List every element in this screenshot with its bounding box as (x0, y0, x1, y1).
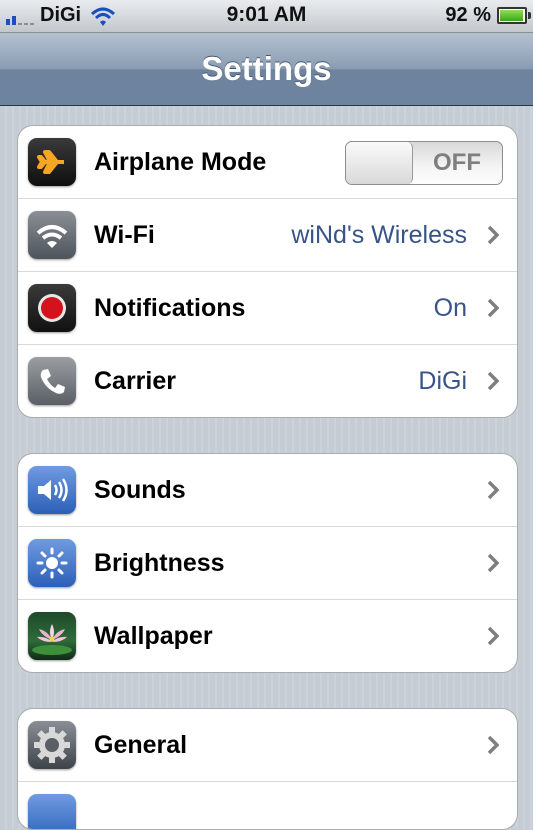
toggle-state-label: OFF (433, 149, 481, 176)
settings-group-display: Sounds Brightness Wallpaper (17, 453, 518, 673)
chevron-right-icon (487, 480, 499, 500)
row-label: Wi-Fi (94, 221, 155, 249)
chevron-right-icon (487, 371, 499, 391)
chevron-right-icon (487, 735, 499, 755)
toggle-knob[interactable] (346, 142, 413, 184)
row-sounds[interactable]: Sounds (18, 454, 517, 526)
gear-icon (28, 721, 76, 769)
row-next-partial[interactable] (18, 781, 517, 829)
chevron-right-icon (487, 225, 499, 245)
row-notifications[interactable]: Notifications On (18, 271, 517, 344)
row-label: Airplane Mode (94, 148, 267, 176)
row-label: Sounds (94, 476, 186, 504)
row-carrier[interactable]: Carrier DiGi (18, 344, 517, 417)
settings-group-connectivity: Airplane Mode OFF Wi-Fi wiNd's Wireless … (17, 125, 518, 418)
battery-percent: 92 % (445, 4, 491, 26)
flower-icon (28, 612, 76, 660)
chevron-right-icon (487, 553, 499, 573)
row-label: Wallpaper (94, 622, 213, 650)
row-label: Brightness (94, 549, 225, 577)
wifi-icon (28, 211, 76, 259)
partial-icon (28, 794, 76, 829)
page-title: Settings (201, 50, 332, 87)
notifications-value: On (433, 294, 467, 322)
row-wallpaper[interactable]: Wallpaper (18, 599, 517, 672)
navigation-bar: Settings (0, 33, 533, 106)
row-label: Carrier (94, 367, 176, 395)
chevron-right-icon (487, 298, 499, 318)
airplane-mode-toggle[interactable]: OFF (345, 141, 503, 185)
airplane-icon (28, 138, 76, 186)
row-label: General (94, 731, 188, 759)
row-brightness[interactable]: Brightness (18, 526, 517, 599)
status-bar: DiGi 9:01 AM 92 % (0, 0, 533, 33)
row-general[interactable]: General (18, 709, 517, 781)
battery-fill (500, 10, 523, 21)
sun-icon (28, 539, 76, 587)
settings-group-general: General (17, 708, 518, 830)
carrier-value: DiGi (418, 367, 467, 395)
row-label: Notifications (94, 294, 246, 322)
notifications-icon (28, 284, 76, 332)
battery-icon (497, 7, 531, 24)
speaker-icon (28, 466, 76, 514)
row-airplane-mode[interactable]: Airplane Mode OFF (18, 126, 517, 198)
phone-icon (28, 357, 76, 405)
row-wifi[interactable]: Wi-Fi wiNd's Wireless (18, 198, 517, 271)
chevron-right-icon (487, 626, 499, 646)
status-right: 92 % (445, 4, 531, 27)
wifi-network-value: wiNd's Wireless (291, 221, 467, 249)
